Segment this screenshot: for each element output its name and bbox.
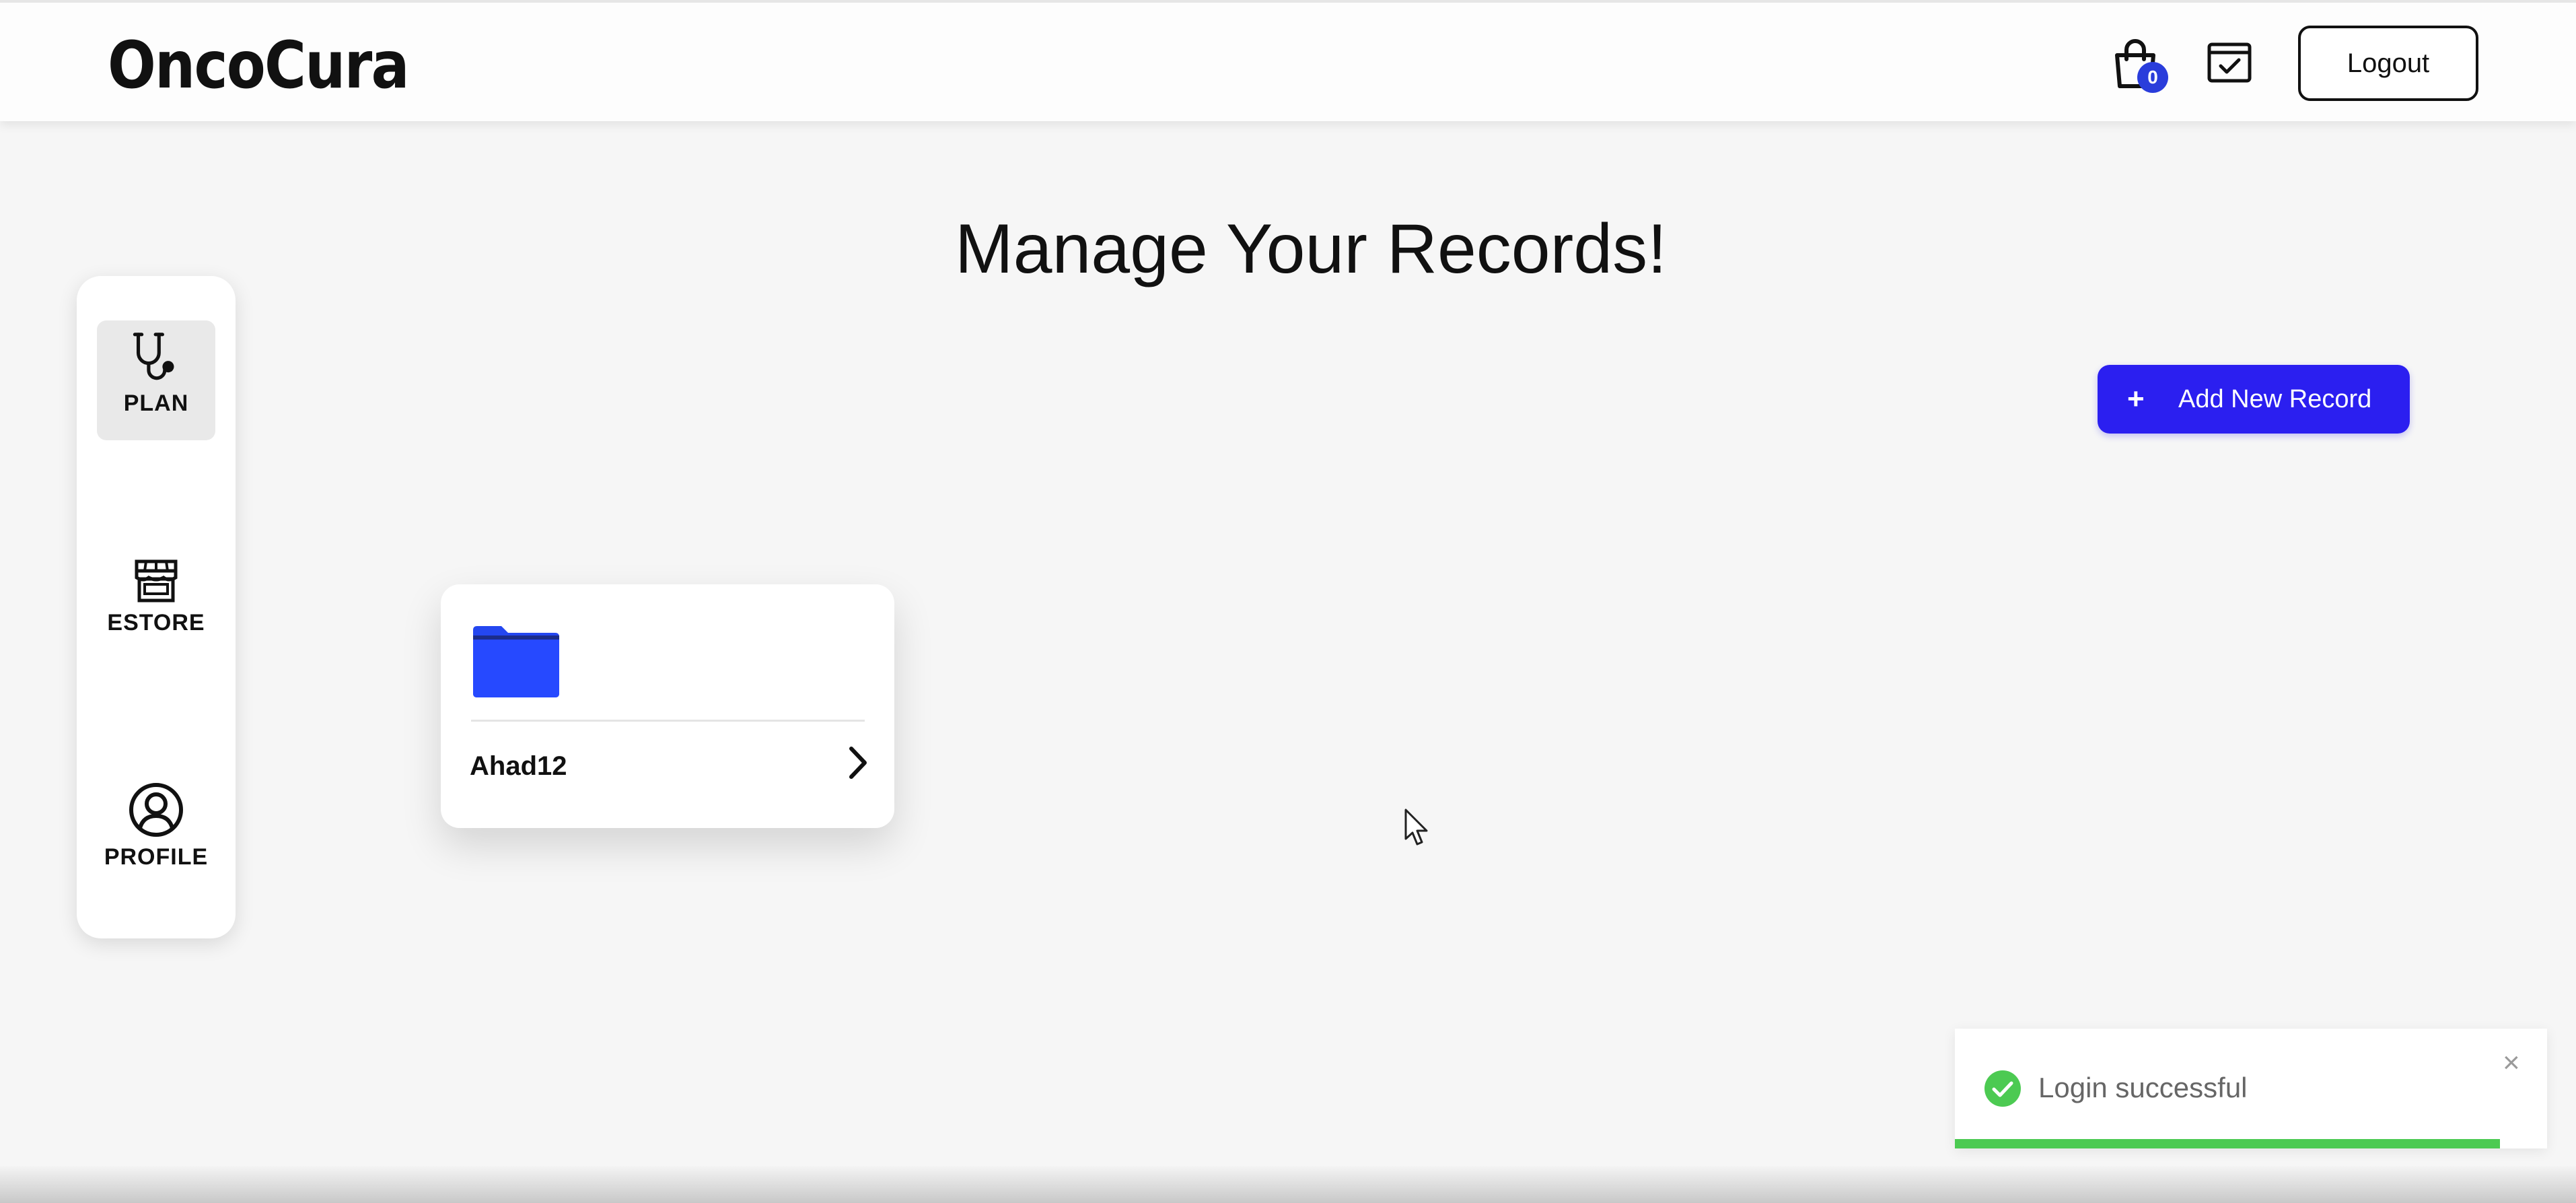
store-icon bbox=[135, 559, 178, 603]
card-divider bbox=[471, 720, 865, 722]
app-logo[interactable]: OncoCura bbox=[108, 28, 410, 103]
orders-button[interactable] bbox=[2206, 38, 2258, 90]
record-card[interactable]: Ahad12 bbox=[441, 584, 894, 828]
top-navbar: OncoCura 0 Logout bbox=[0, 0, 2576, 121]
sidebar: PLAN ESTORE PROFILE bbox=[77, 276, 236, 938]
cart-count-badge: 0 bbox=[2137, 62, 2168, 93]
logout-button[interactable]: Logout bbox=[2298, 26, 2478, 101]
bottom-strip bbox=[0, 1166, 2576, 1203]
toast-close-button[interactable]: × bbox=[2503, 1046, 2520, 1080]
sidebar-item-label: PROFILE bbox=[104, 844, 209, 870]
login-success-toast: Login successful × bbox=[1955, 1029, 2547, 1148]
toast-progress-bar bbox=[1955, 1139, 2500, 1148]
page-title: Manage Your Records! bbox=[954, 210, 1668, 288]
add-new-record-label: Add New Record bbox=[2178, 385, 2372, 413]
chevron-right-icon[interactable] bbox=[845, 745, 871, 781]
cart-button[interactable]: 0 bbox=[2112, 38, 2168, 96]
calendar-check-icon bbox=[2207, 42, 2252, 83]
sidebar-item-plan[interactable]: PLAN bbox=[97, 320, 215, 440]
folder-icon bbox=[473, 626, 559, 697]
user-circle-icon bbox=[129, 783, 183, 837]
sidebar-item-estore[interactable]: ESTORE bbox=[97, 557, 215, 677]
sidebar-item-label: PLAN bbox=[123, 390, 189, 416]
stethoscope-icon bbox=[133, 333, 174, 380]
mouse-cursor-icon bbox=[1404, 809, 1428, 846]
sidebar-item-label: ESTORE bbox=[107, 610, 205, 635]
plus-icon: + bbox=[2127, 382, 2145, 415]
logo-text-first: Onco bbox=[108, 28, 266, 103]
record-name: Ahad12 bbox=[470, 751, 567, 781]
success-check-icon bbox=[1984, 1070, 2021, 1107]
logo-text-second: Cura bbox=[264, 28, 410, 103]
toast-message: Login successful bbox=[2038, 1072, 2248, 1103]
sidebar-item-profile[interactable]: PROFILE bbox=[97, 781, 215, 901]
add-new-record-button[interactable]: + Add New Record bbox=[2098, 365, 2410, 434]
